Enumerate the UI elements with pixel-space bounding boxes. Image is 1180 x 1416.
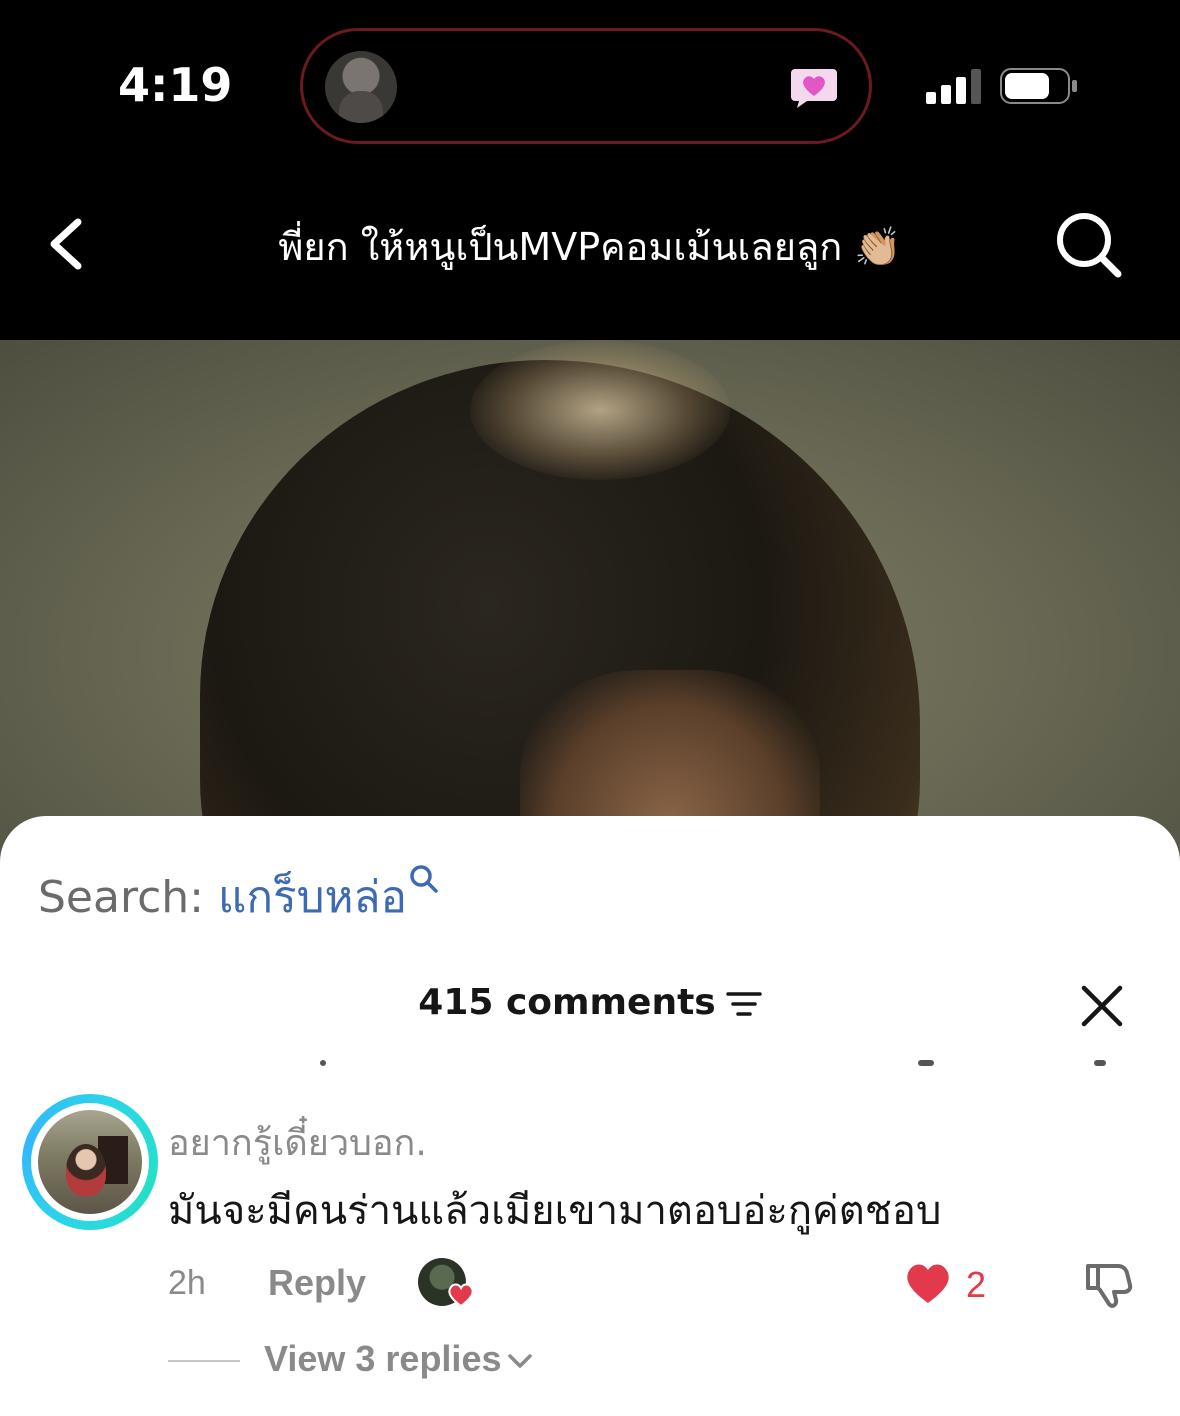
dynamic-island[interactable] [300, 28, 872, 144]
avatar[interactable] [22, 1094, 158, 1230]
search-icon[interactable] [1054, 210, 1124, 280]
comment-time: 2h [168, 1264, 206, 1302]
search-term[interactable]: แกร็บหล่อ [218, 872, 407, 923]
avatar-photo [38, 1110, 142, 1214]
nav-bar: พี่ยก ให้หนูเป็นMVPคอมเม้นเลยลูก 👏🏼 [0, 170, 1180, 340]
comment-username[interactable]: อยากรู้เดี๋ยวบอก. [168, 1114, 427, 1171]
video-frame-highlight [470, 340, 730, 480]
scroll-artifact [320, 1060, 326, 1066]
dislike-icon[interactable] [1082, 1258, 1134, 1310]
filter-icon[interactable] [725, 990, 762, 1018]
signal-icon [926, 69, 981, 104]
reply-button[interactable]: Reply [268, 1262, 366, 1304]
comments-count: 415 comments [418, 982, 716, 1023]
heart-icon[interactable] [902, 1258, 954, 1306]
view-replies-label[interactable]: View 3 replies [264, 1338, 533, 1380]
comment-text: มันจะมีคนร่านแล้วเมียเขามาตอบอ่ะกูค่ตชอบ [168, 1188, 942, 1234]
heart-message-icon [791, 69, 837, 108]
back-icon[interactable] [40, 214, 96, 274]
creator-heart-icon [448, 1283, 474, 1308]
battery-icon [1000, 68, 1077, 104]
like-count: 2 [966, 1264, 987, 1305]
search-mini-icon [410, 865, 438, 893]
search-prefix: Search: [38, 872, 218, 923]
page-title: พี่ยก ให้หนูเป็นMVPคอมเม้นเลยลูก 👏🏼 [278, 225, 902, 269]
comments-sheet: Search: แกร็บหล่อ 415 comments อยากรู้เด… [0, 816, 1180, 1416]
scroll-artifact [918, 1060, 934, 1066]
comment-actions: 2h Reply 2 [168, 1258, 1158, 1320]
scroll-artifact [1094, 1060, 1106, 1066]
status-time: 4:19 [118, 58, 233, 112]
chevron-down-icon [508, 1354, 533, 1369]
comments-header: 415 comments [0, 982, 1180, 1023]
view-replies[interactable]: View 3 replies [168, 1338, 668, 1388]
search-suggestion[interactable]: Search: แกร็บหล่อ [38, 862, 439, 932]
video-player[interactable] [0, 340, 1180, 860]
status-bar: 4:19 [0, 0, 1180, 170]
island-avatar [325, 51, 397, 123]
close-icon[interactable] [1080, 984, 1124, 1028]
replies-divider [168, 1360, 240, 1362]
